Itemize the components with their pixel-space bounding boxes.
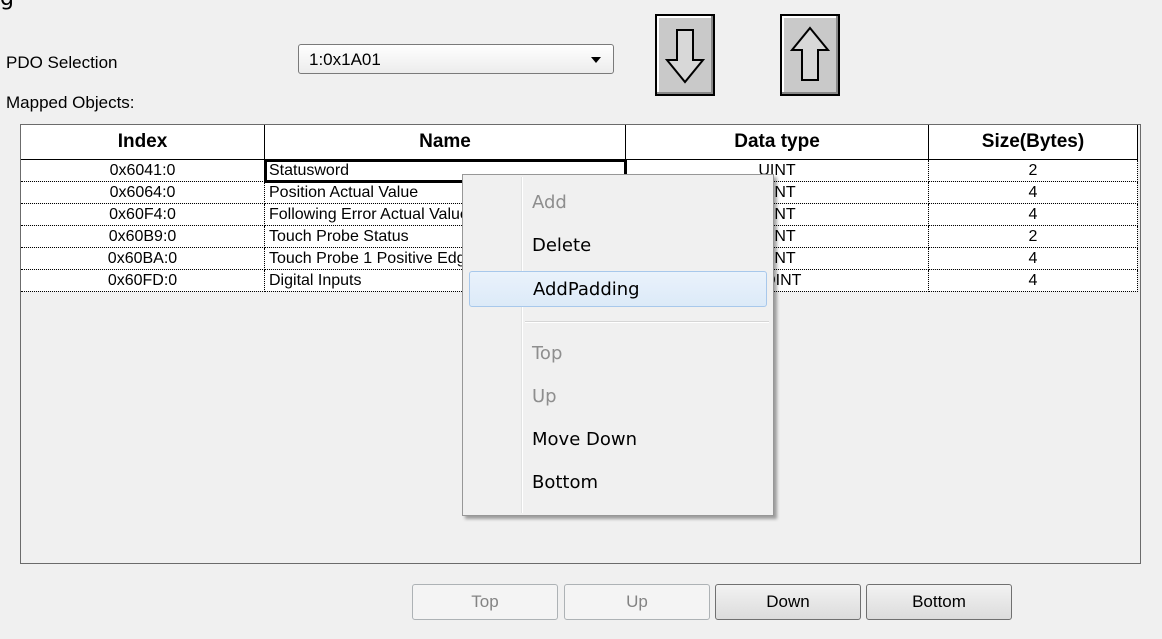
cell-index[interactable]: 0x6041:0 xyxy=(21,159,265,182)
menu-item-label: Bottom xyxy=(532,472,599,493)
table-header-row: Index Name Data type Size(Bytes) xyxy=(21,125,1138,160)
menu-separator xyxy=(525,321,769,323)
cell-size[interactable]: 4 xyxy=(928,203,1138,226)
menu-item-move-down[interactable]: Move Down xyxy=(469,422,767,458)
move-down-arrow-button[interactable] xyxy=(655,14,715,96)
move-up-arrow-button[interactable] xyxy=(780,14,840,96)
clipped-header-text: g xyxy=(0,0,14,11)
menu-item-delete[interactable]: Delete xyxy=(469,228,767,264)
menu-item-label: Up xyxy=(532,386,557,407)
menu-item-top[interactable]: Top xyxy=(469,336,767,372)
arrow-up-icon xyxy=(789,26,831,81)
cell-size[interactable]: 4 xyxy=(928,181,1138,204)
context-menu: Add Delete AddPadding Top Up Move Down B… xyxy=(462,174,774,516)
cell-index[interactable]: 0x60BA:0 xyxy=(21,247,265,270)
menu-item-up[interactable]: Up xyxy=(469,379,767,415)
pdo-selection-dropdown[interactable]: 1:0x1A01 xyxy=(298,44,614,74)
menu-item-label: Add xyxy=(532,192,567,213)
menu-item-label: Move Down xyxy=(532,429,637,450)
pdo-selection-value: 1:0x1A01 xyxy=(309,50,381,69)
menu-item-label: Top xyxy=(532,343,563,364)
cell-size[interactable]: 4 xyxy=(928,269,1138,292)
menu-item-addpadding[interactable]: AddPadding xyxy=(469,271,767,307)
column-header-index[interactable]: Index xyxy=(21,125,265,160)
menu-item-add[interactable]: Add xyxy=(469,185,767,221)
cell-size[interactable]: 2 xyxy=(928,225,1138,248)
chevron-down-icon xyxy=(591,57,601,63)
menu-item-bottom[interactable]: Bottom xyxy=(469,465,767,501)
down-button[interactable]: Down xyxy=(715,584,861,620)
menu-item-label: Delete xyxy=(532,235,592,256)
mapped-objects-label: Mapped Objects: xyxy=(6,93,135,112)
cell-size[interactable]: 2 xyxy=(928,159,1138,182)
arrow-down-icon xyxy=(664,29,706,84)
bottom-button[interactable]: Bottom xyxy=(866,584,1012,620)
menu-item-label: AddPadding xyxy=(533,279,640,300)
cell-size[interactable]: 4 xyxy=(928,247,1138,270)
column-header-name[interactable]: Name xyxy=(264,125,626,160)
top-button[interactable]: Top xyxy=(412,584,558,620)
up-button[interactable]: Up xyxy=(564,584,710,620)
column-header-size[interactable]: Size(Bytes) xyxy=(928,125,1138,160)
cell-index[interactable]: 0x6064:0 xyxy=(21,181,265,204)
pdo-selection-label: PDO Selection xyxy=(6,53,118,72)
cell-index[interactable]: 0x60F4:0 xyxy=(21,203,265,226)
cell-index[interactable]: 0x60B9:0 xyxy=(21,225,265,248)
cell-index[interactable]: 0x60FD:0 xyxy=(21,269,265,292)
column-header-data-type[interactable]: Data type xyxy=(625,125,929,160)
